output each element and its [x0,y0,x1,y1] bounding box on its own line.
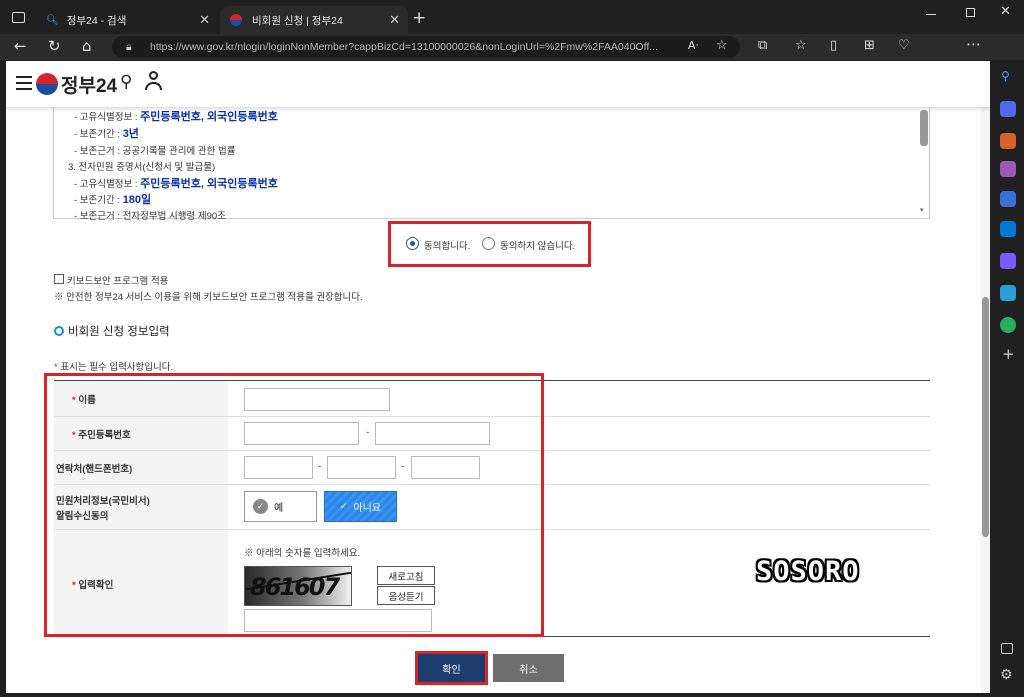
tab-title: 정부24 - 검색 [66,14,127,27]
section-title: 비회원 신청 정보입력 [68,326,170,338]
tab-search[interactable]: 🔍︎ 정부24 - 검색 ✕ [36,6,218,34]
required-note: 표시는 필수 입력사항입니다. [60,362,174,373]
page-scrollbar[interactable] [981,61,990,693]
browser-tab-bar: 🔍︎ 정부24 - 검색 ✕ 비회원 신청 | 정부24 ✕ + ✕ [0,0,1024,34]
keyboard-security-note: ※ 안전한 정부24 서비스 이용을 위해 키보드보안 프로그램 적용을 권장합… [54,292,363,303]
confirm-button[interactable]: 확인 [418,654,485,682]
gov-logo-icon [36,73,58,95]
minimize-icon[interactable] [926,14,936,15]
extensions-icon[interactable]: ⧉ [758,38,767,54]
tools-icon[interactable] [1000,133,1016,149]
terms-value: 주민등록번호, 외국인등록번호 [140,111,278,123]
keyboard-security-checkbox[interactable] [54,274,64,284]
terms-label: - 보존근거 : 전자정부법 시행령 제90조 [74,211,226,222]
agree-radio[interactable] [406,237,419,250]
disagree-radio[interactable] [482,237,495,250]
more-icon[interactable]: ⋯ [966,36,981,52]
search-icon: 🔍︎ [46,14,59,26]
terms-box: ▾ - 고유식별정보 : 주민등록번호, 외국인등록번호 - 보존기간 : 3년… [53,101,930,222]
watermark: SOSORO [756,556,860,587]
address-bar[interactable]: 🔒︎ https://www.gov.kr/nlogin/loginNonMem… [112,36,740,58]
terms-label: - 고유식별정보 : [74,179,141,190]
disagree-label[interactable]: 동의하지 않습니다. [500,238,575,252]
browser-sidebar: ⚲ + ⚙ [992,61,1024,697]
collections-icon[interactable]: ⊞ [864,38,875,54]
site-logo[interactable]: 정부24 [61,71,117,98]
home-icon[interactable]: ⌂ [82,38,92,54]
split-screen-icon[interactable]: ▯ [830,38,837,54]
terms-label: 3. 전자민원 증명서(신청서 및 발급물) [68,162,216,173]
designer-icon[interactable] [1000,253,1016,269]
sidebar-panel-icon[interactable] [1001,643,1013,654]
send-icon[interactable] [1000,285,1016,301]
form-highlight [44,373,544,637]
back-icon[interactable]: ← [14,38,27,54]
games-icon[interactable] [1000,161,1016,177]
tree-icon[interactable] [1000,317,1016,333]
agree-label[interactable]: 동의합니다. [424,238,470,252]
settings-icon[interactable]: ⚙ [1000,667,1013,683]
terms-value: 3년 [122,128,139,140]
lock-icon: 🔒︎ [126,41,132,53]
health-icon[interactable]: ♡ [898,38,910,54]
search-icon[interactable]: ⚲ [1001,69,1010,83]
search-icon[interactable]: ⚲ [120,72,132,92]
office-icon[interactable] [1000,191,1016,207]
terms-label: - 보존근거 : 공공기록물 관리에 관한 법률 [74,146,236,157]
star-icon[interactable]: ☆ [716,38,728,54]
read-aloud-icon[interactable]: Aᐧ [688,38,698,54]
terms-label: - 보존기간 : [74,195,123,206]
tab-actions-icon[interactable] [12,12,25,23]
refresh-icon[interactable]: ↻ [48,38,61,54]
favorites-icon[interactable]: ☆ [795,38,807,54]
terms-value: 주민등록번호, 외국인등록번호 [140,178,278,190]
terms-label: - 보존기간 : [74,129,123,140]
section-bullet-icon [54,326,64,336]
close-icon[interactable]: ✕ [199,12,210,28]
shopping-icon[interactable] [1000,101,1016,117]
add-icon[interactable]: + [1002,345,1015,363]
cancel-button[interactable]: 취소 [493,654,564,682]
tab-active[interactable]: 비회원 신청 | 정부24 ✕ [220,6,408,34]
user-icon[interactable] [145,71,162,91]
menu-icon[interactable] [16,76,32,90]
close-icon[interactable]: ✕ [389,12,400,28]
new-tab-icon[interactable]: + [412,8,426,28]
page-content: 정부24 ⚲ ▾ - 고유식별정보 : 주민등록번호, 외국인등록번호 - 보존… [6,61,990,693]
site-header: 정부24 ⚲ [6,61,990,107]
terms-scrollbar[interactable]: ▾ [920,110,928,214]
maximize-icon[interactable] [966,8,975,17]
terms-value: 180일 [122,194,152,206]
close-window-icon[interactable]: ✕ [1000,4,1011,19]
required-mark: * [54,362,58,373]
gov-favicon-icon [230,14,242,26]
terms-label: - 고유식별정보 : [74,112,141,123]
keyboard-security-label[interactable]: 키보드보안 프로그램 적용 [67,273,168,287]
outlook-icon[interactable] [1000,221,1016,237]
tab-title: 비회원 신청 | 정부24 [252,14,343,27]
url-text: https://www.gov.kr/nlogin/loginNonMember… [150,41,658,53]
